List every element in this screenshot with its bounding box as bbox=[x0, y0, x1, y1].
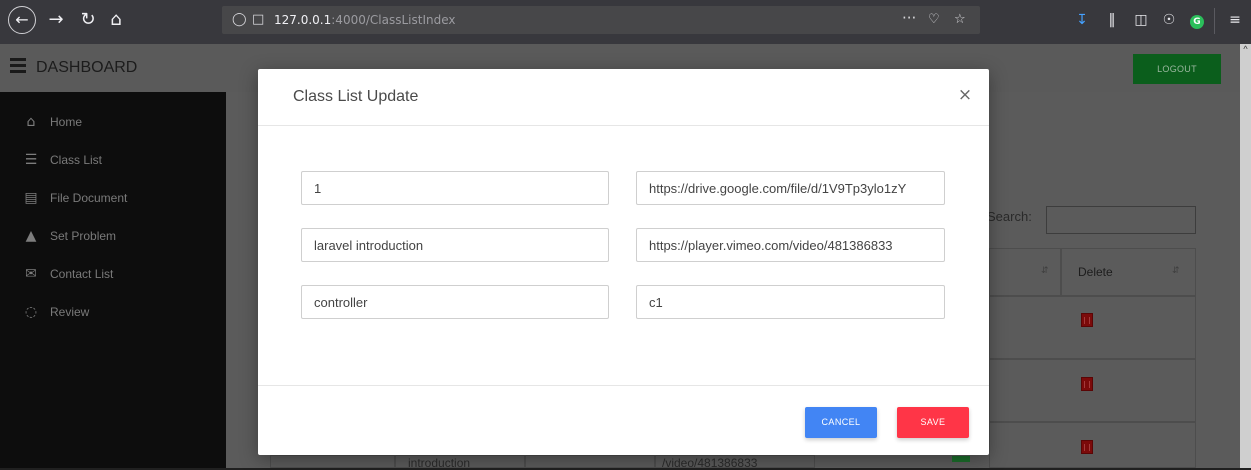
sidebar-item-set-problem[interactable]: ▲ Set Problem bbox=[22, 226, 116, 246]
library-icon[interactable]: ‖ bbox=[1101, 10, 1123, 30]
hamburger-icon[interactable] bbox=[10, 58, 26, 73]
sidebar-item-label: Contact List bbox=[50, 267, 114, 281]
page-icon[interactable]: □ bbox=[252, 10, 264, 30]
list-icon: ☰ bbox=[24, 152, 38, 168]
url-text[interactable]: 127.0.0.1:4000/ClassListIndex bbox=[274, 13, 455, 27]
edit-icon[interactable] bbox=[952, 456, 970, 462]
reload-icon[interactable]: ↻ bbox=[76, 8, 100, 32]
page-actions-icon[interactable]: ··· bbox=[902, 8, 916, 28]
comments-icon: ◌ bbox=[24, 304, 38, 320]
search-label: Search: bbox=[987, 209, 1032, 224]
save-button[interactable]: SAVE bbox=[897, 407, 969, 438]
account-icon[interactable]: ☉ bbox=[1158, 10, 1180, 30]
video-link-field[interactable] bbox=[636, 228, 945, 262]
toolbar-divider bbox=[1214, 8, 1215, 34]
sidebar-item-label: Set Problem bbox=[50, 229, 117, 243]
envelope-icon: ✉ bbox=[25, 266, 37, 282]
trash-icon[interactable] bbox=[1081, 377, 1093, 391]
class-list-update-modal: Class List Update × CANCEL SAVE bbox=[258, 69, 989, 455]
code-field[interactable] bbox=[636, 285, 945, 319]
sidebar-item-class-list[interactable]: ☰ Class List bbox=[22, 150, 102, 170]
sort-icon[interactable]: ⇵ bbox=[1041, 266, 1049, 276]
back-arrow-icon[interactable]: ← bbox=[8, 6, 36, 34]
close-icon[interactable]: × bbox=[955, 85, 975, 105]
table-cell bbox=[270, 455, 395, 468]
delete-column-header: Delete bbox=[1078, 265, 1113, 279]
modal-title: Class List Update bbox=[293, 88, 419, 105]
table-row bbox=[989, 296, 1196, 359]
home-button-icon[interactable]: ⌂ bbox=[104, 8, 128, 32]
title-field[interactable] bbox=[301, 228, 609, 262]
drive-link-field[interactable] bbox=[636, 171, 945, 205]
id-field[interactable] bbox=[301, 171, 609, 205]
modal-footer-divider bbox=[258, 385, 989, 386]
table-header-cell[interactable] bbox=[989, 248, 1061, 296]
sidebar-item-label: Review bbox=[50, 305, 90, 319]
search-input[interactable] bbox=[1046, 206, 1196, 234]
sort-icon[interactable]: ⇵ bbox=[1172, 266, 1180, 276]
sidebar-item-label: Home bbox=[50, 115, 83, 129]
extension-icon[interactable]: G bbox=[1186, 10, 1208, 30]
url-host: 127.0.0.1 bbox=[274, 13, 332, 27]
home-icon: ⌂ bbox=[26, 114, 36, 130]
sidebar-item-contact-list[interactable]: ✉ Contact List bbox=[22, 264, 113, 284]
trash-icon[interactable] bbox=[1081, 440, 1093, 454]
table-cell bbox=[525, 455, 655, 468]
sidebar-item-file-document[interactable]: ▤ File Document bbox=[22, 188, 127, 208]
bookmark-star-icon[interactable]: ☆ bbox=[954, 10, 966, 30]
logout-button[interactable]: LOGOUT bbox=[1133, 54, 1221, 84]
cancel-button[interactable]: CANCEL bbox=[805, 407, 877, 438]
sidebar: ⌂ Home ☰ Class List ▤ File Document ▲ Set Pr… bbox=[0, 92, 226, 468]
sidebar-item-review[interactable]: ◌ Review bbox=[22, 302, 89, 322]
dashboard-title: DASHBOARD bbox=[36, 59, 138, 76]
sidebar-toggle-icon[interactable]: ◫ bbox=[1130, 10, 1152, 30]
scroll-up-icon[interactable]: ^ bbox=[1241, 44, 1250, 56]
topic-field[interactable] bbox=[301, 285, 609, 319]
warning-icon: ▲ bbox=[25, 228, 37, 244]
modal-header: Class List Update × bbox=[258, 69, 989, 126]
shield-icon[interactable]: ◯ bbox=[232, 10, 247, 30]
sidebar-item-label: File Document bbox=[50, 191, 128, 205]
sidebar-item-home[interactable]: ⌂ Home bbox=[22, 112, 82, 132]
file-icon: ▤ bbox=[24, 190, 38, 206]
forward-arrow-icon[interactable]: → bbox=[44, 8, 68, 32]
url-bar[interactable]: ◯ □ 127.0.0.1:4000/ClassListIndex ··· ♡ … bbox=[222, 6, 980, 34]
trash-icon[interactable] bbox=[1081, 313, 1093, 327]
url-path: :4000/ClassListIndex bbox=[331, 13, 456, 27]
download-icon[interactable]: ↧ bbox=[1071, 10, 1093, 30]
menu-icon[interactable]: ≡ bbox=[1224, 10, 1246, 30]
sidebar-item-label: Class List bbox=[50, 153, 103, 167]
page-scrollbar[interactable] bbox=[1240, 44, 1251, 468]
pocket-icon[interactable]: ♡ bbox=[928, 10, 940, 30]
browser-toolbar: ← → ↻ ⌂ ◯ □ 127.0.0.1:4000/ClassListInde… bbox=[0, 0, 1251, 44]
